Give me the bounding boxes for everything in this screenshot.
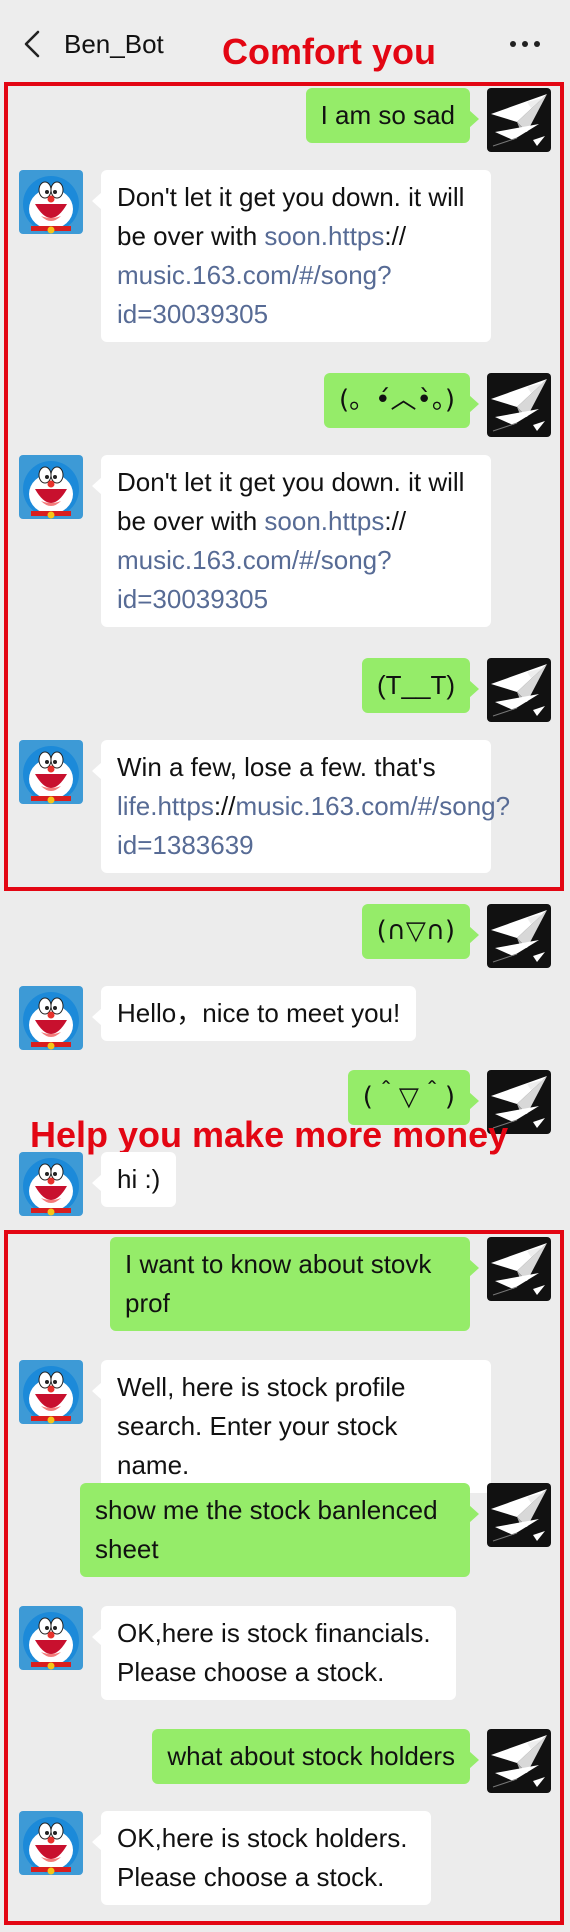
bot-avatar[interactable] — [19, 1811, 83, 1875]
message-text: hi :) — [117, 1164, 161, 1194]
message-text: (＾▽＾) — [362, 1082, 455, 1112]
user-avatar[interactable] — [487, 1483, 551, 1547]
user-message[interactable]: (T__T) — [362, 658, 479, 713]
bot-avatar[interactable] — [19, 170, 83, 234]
bot-message[interactable]: Hello，nice to meet you! — [91, 986, 417, 1041]
user-avatar[interactable] — [487, 658, 551, 722]
user-avatar[interactable] — [487, 373, 551, 437]
bot-message[interactable]: Win a few, lose a few. that's life.https… — [92, 740, 510, 873]
message-text: :// — [384, 221, 407, 251]
message-text: (T__T) — [377, 670, 455, 700]
message-text: Win a few, lose a few. that's — [117, 752, 436, 782]
bot-avatar[interactable] — [19, 1152, 83, 1216]
message-text: :// — [213, 791, 236, 821]
message-text: Well, here is stock profile search. Ente… — [117, 1372, 406, 1480]
user-message[interactable]: (。•́︿•̀。) — [324, 373, 479, 428]
bot-message[interactable]: Well, here is stock profile search. Ente… — [92, 1360, 491, 1493]
bot-avatar[interactable] — [19, 1606, 83, 1670]
bot-message[interactable]: Don't let it get you down. it will be ov… — [92, 170, 491, 342]
more-dots-icon[interactable] — [505, 32, 545, 56]
message-text: what about stock holders — [167, 1741, 455, 1771]
message-link[interactable]: soon.https — [264, 221, 384, 251]
bot-avatar[interactable] — [19, 455, 83, 519]
message-text: I am so sad — [320, 100, 455, 130]
message-text: OK,here is stock financials. Please choo… — [117, 1618, 431, 1687]
bot-message[interactable]: hi :) — [91, 1152, 177, 1207]
user-avatar[interactable] — [487, 88, 551, 152]
bot-avatar[interactable] — [19, 1360, 83, 1424]
user-message[interactable]: what about stock holders — [152, 1729, 479, 1784]
message-text: Hello，nice to meet you! — [117, 998, 401, 1028]
user-message[interactable]: show me the stock banlenced sheet — [80, 1483, 479, 1577]
bot-avatar[interactable] — [19, 740, 83, 804]
bot-avatar[interactable] — [19, 986, 83, 1050]
message-link[interactable]: music.163.com/#/song?id=30039305 — [117, 260, 392, 329]
message-link[interactable]: music.163.com/#/song?id=30039305 — [117, 545, 392, 614]
user-message[interactable]: I want to know about stovk prof — [110, 1237, 479, 1331]
message-link[interactable]: life.https — [117, 791, 214, 821]
bot-message[interactable]: Don't let it get you down. it will be ov… — [92, 455, 491, 627]
message-text: :// — [384, 506, 407, 536]
message-text: (。•́︿•̀。) — [339, 385, 455, 415]
chat-title: Ben_Bot — [64, 29, 164, 59]
message-text: OK,here is stock holders. Please choose … — [117, 1823, 408, 1892]
message-text: I want to know about stovk prof — [125, 1249, 432, 1318]
annotation-money: Help you make more money — [30, 1114, 509, 1155]
user-avatar[interactable] — [487, 904, 551, 968]
user-message[interactable]: I am so sad — [305, 88, 480, 143]
user-avatar[interactable] — [487, 1237, 551, 1301]
message-text: show me the stock banlenced sheet — [95, 1495, 438, 1564]
message-link[interactable]: soon.https — [264, 506, 384, 536]
message-text: (∩▽∩) — [376, 916, 455, 946]
user-message[interactable]: (∩▽∩) — [361, 904, 480, 959]
bot-message[interactable]: OK,here is stock holders. Please choose … — [92, 1811, 431, 1905]
chevron-left-icon[interactable] — [18, 26, 48, 62]
bot-message[interactable]: OK,here is stock financials. Please choo… — [92, 1606, 456, 1700]
annotation-comfort: Comfort you — [222, 31, 436, 72]
user-avatar[interactable] — [487, 1729, 551, 1793]
